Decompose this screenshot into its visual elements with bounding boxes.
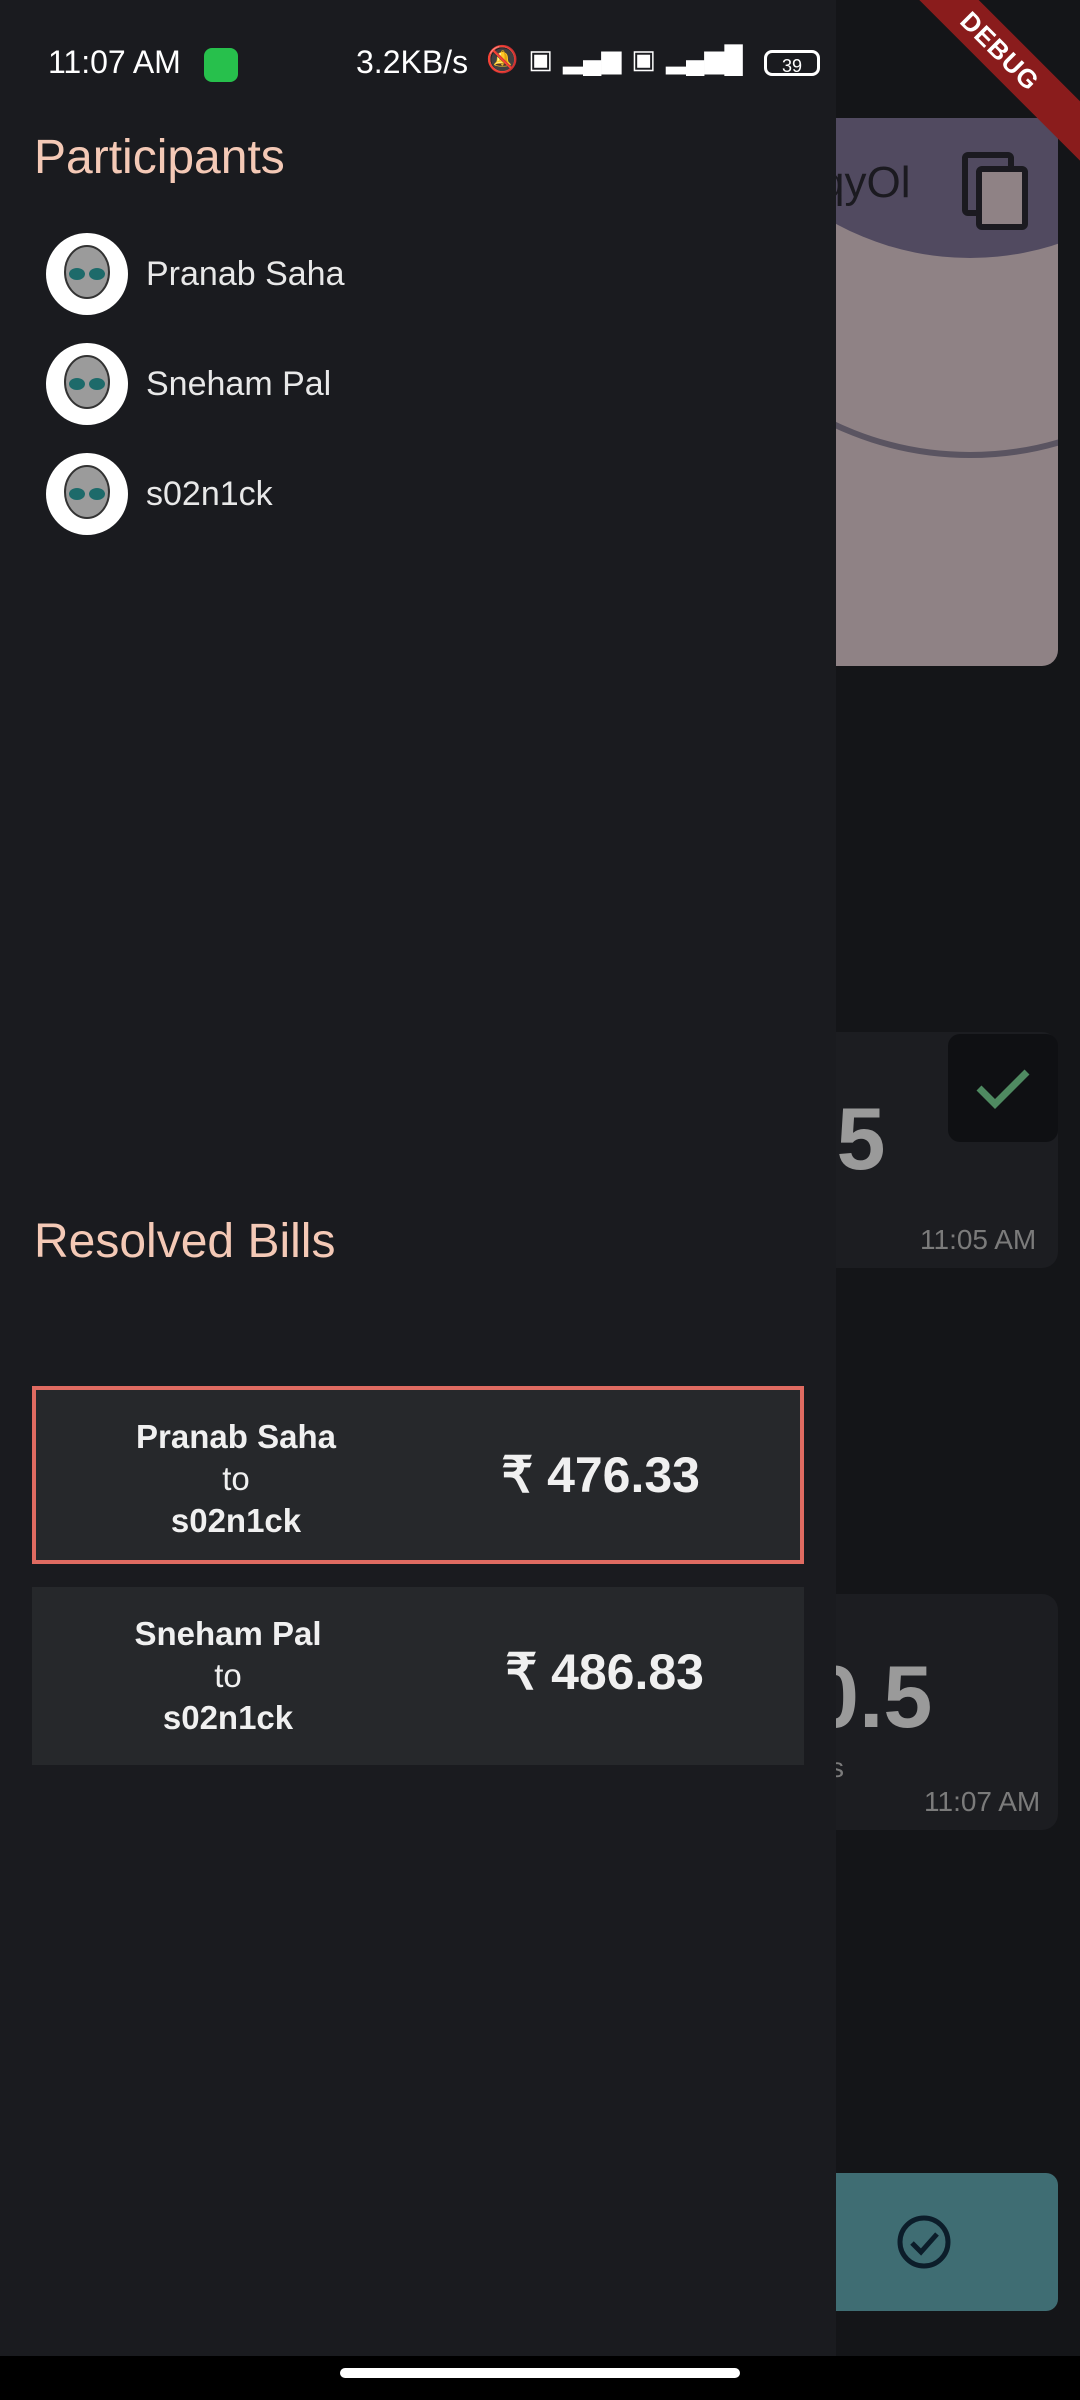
home-indicator[interactable] (340, 2368, 740, 2378)
participants-title: Participants (34, 131, 285, 184)
avatar (46, 233, 128, 315)
alien-avatar-icon (64, 245, 110, 299)
bill-to-word: to (222, 1460, 250, 1497)
participant-item[interactable]: s02n1ck (46, 452, 273, 536)
bill-time: 11:07 AM (924, 1786, 1041, 1817)
battery-icon: 39 (764, 50, 820, 76)
volte-icon: ▣ (528, 44, 553, 74)
participant-item[interactable]: Pranab Saha (46, 232, 345, 316)
check-circle-icon (897, 2215, 951, 2269)
bill-from: Pranab Saha (136, 1418, 336, 1455)
signal-icon: ▂▄▆█ (665, 44, 743, 74)
alien-avatar-icon (64, 465, 110, 519)
room-header-card: qyOl (810, 118, 1058, 666)
mute-icon: 🔕 (486, 44, 519, 74)
participant-name: Pranab Saha (146, 254, 345, 293)
participant-name: s02n1ck (146, 474, 273, 513)
signal-4g-icon: ▂▄▆ (562, 44, 622, 74)
bill-to-word: to (214, 1657, 242, 1694)
check-icon (976, 1069, 1030, 1109)
bill-amount: ₹ 476.33 (501, 1447, 700, 1503)
status-time: 11:07 AM (48, 44, 181, 80)
bill-parties: Pranab Saha to s02n1ck (36, 1416, 436, 1542)
resolved-bills-title: Resolved Bills (34, 1215, 336, 1268)
bill-parties: Sneham Pal to s02n1ck (28, 1613, 428, 1739)
bill-to: s02n1ck (162, 1699, 294, 1736)
whatsapp-icon (204, 48, 238, 82)
avatar (46, 343, 128, 425)
bill-to: s02n1ck (170, 1502, 302, 1539)
network-speed: 3.2KB/s (356, 44, 469, 80)
status-icons: 🔕 ▣ ▂▄▆ ▣ ▂▄▆█ (486, 44, 743, 75)
participant-item[interactable]: Sneham Pal (46, 342, 331, 426)
bill-from: Sneham Pal (134, 1615, 322, 1652)
alien-avatar-icon (64, 355, 110, 409)
resolved-bill-item[interactable]: Pranab Saha to s02n1ck ₹ 476.33 (32, 1386, 804, 1564)
bill-amount: ₹ 486.83 (505, 1644, 704, 1700)
participant-name: Sneham Pal (146, 364, 332, 403)
volte-icon: ▣ (631, 44, 656, 74)
system-nav-bar (0, 2356, 1080, 2400)
copy-icon-front (976, 166, 1028, 230)
resolve-button[interactable] (948, 1034, 1058, 1142)
navigation-drawer: Participants Pranab Saha Sneham Pal s02n… (0, 96, 836, 2356)
status-bar: 11:07 AM 3.2KB/s 🔕 ▣ ▂▄▆ ▣ ▂▄▆█ 39 (0, 0, 836, 96)
resolved-bill-item[interactable]: Sneham Pal to s02n1ck ₹ 486.83 (32, 1587, 804, 1765)
bill-time: 11:05 AM (920, 1224, 1037, 1255)
avatar (46, 453, 128, 535)
